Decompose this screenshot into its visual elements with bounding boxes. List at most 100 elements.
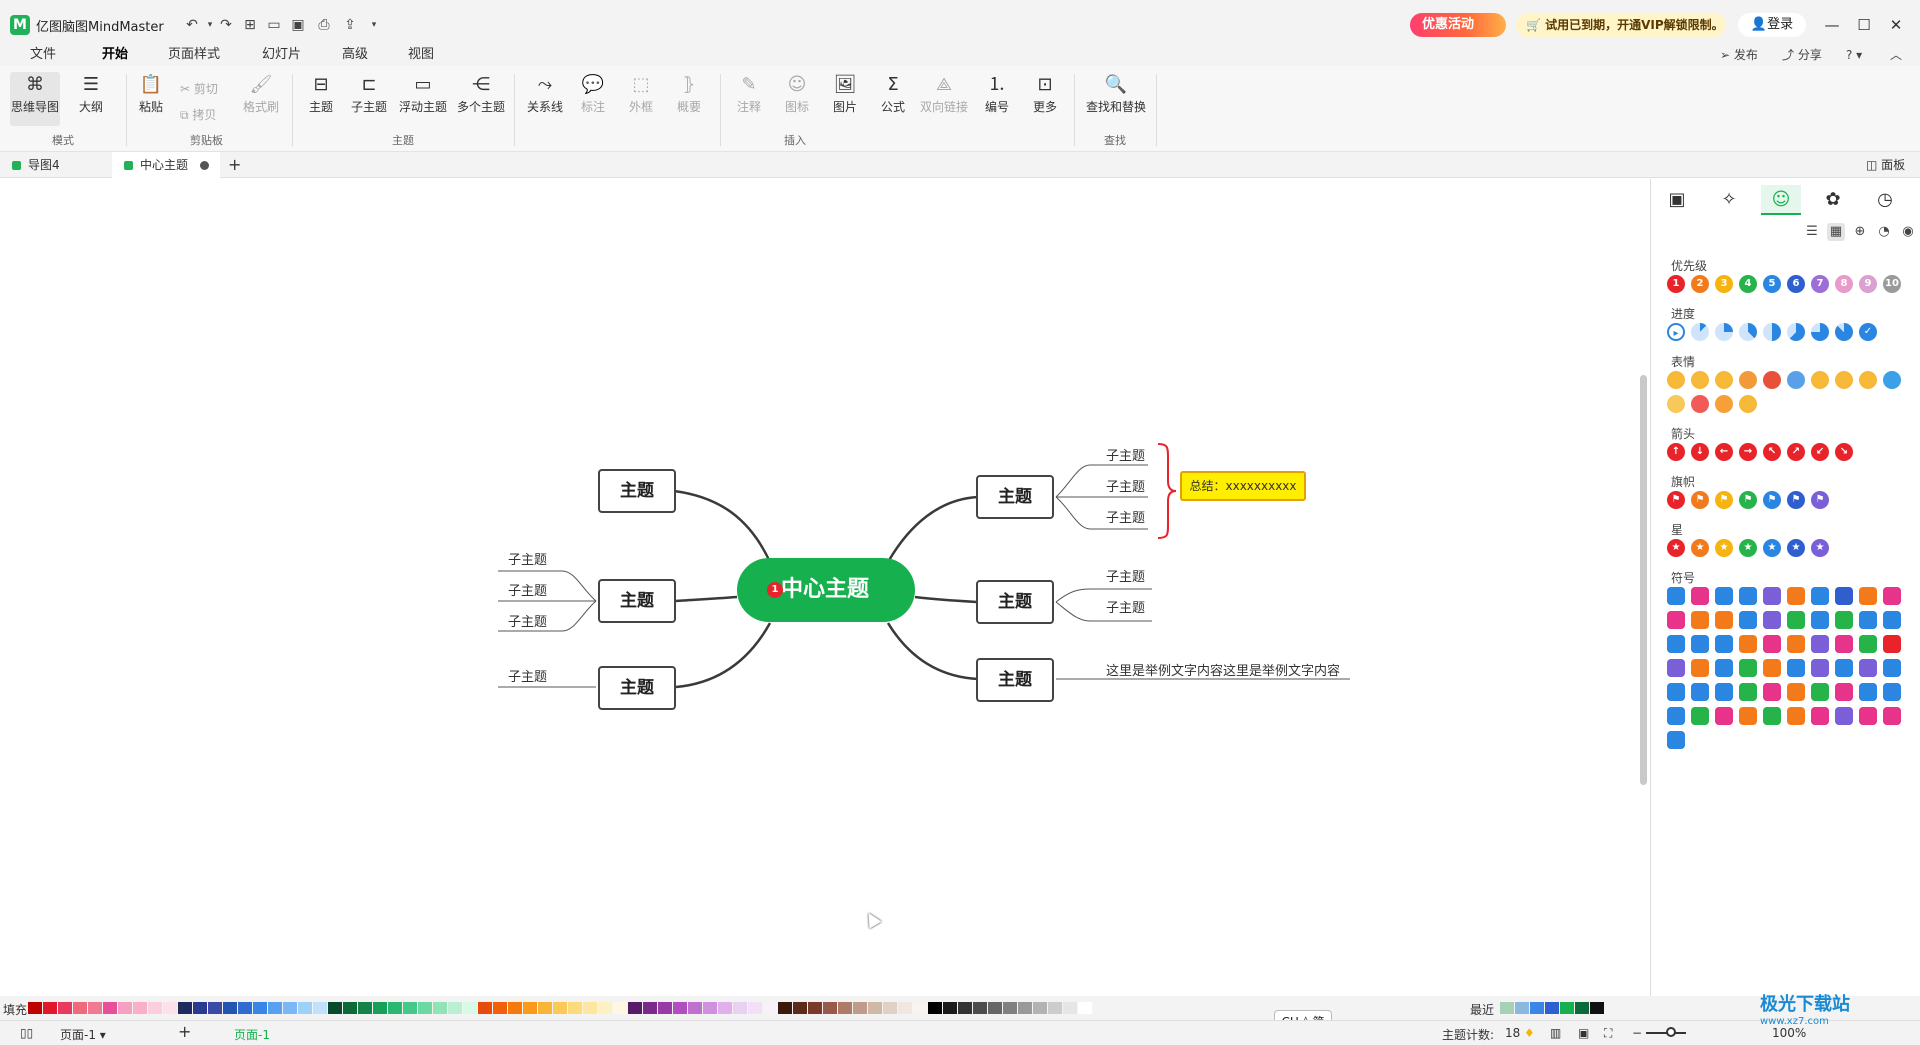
note-button[interactable]: ✎ 注释 (724, 72, 774, 115)
symbol-icon[interactable] (1835, 683, 1853, 701)
symbol-icon[interactable] (1835, 635, 1853, 653)
color-swatch[interactable] (208, 1002, 222, 1014)
customize-dropdown-icon[interactable]: ▾ (364, 15, 384, 35)
outline-mode-button[interactable]: ☰ 大纲 (66, 72, 116, 115)
color-swatch[interactable] (313, 1002, 327, 1014)
menu-view[interactable]: 视图 (408, 46, 434, 64)
share-button[interactable]: ⤴ 分享 (1782, 46, 1822, 64)
recent-color-swatch[interactable] (1500, 1002, 1514, 1014)
eye-icon[interactable]: ◉ (1899, 223, 1917, 241)
add-mark-icon[interactable]: ⊕ (1851, 223, 1869, 241)
promo-button[interactable]: 优惠活动 (1410, 13, 1506, 37)
symbol-icon[interactable] (1883, 659, 1901, 677)
color-swatch[interactable] (463, 1002, 477, 1014)
color-swatch[interactable] (643, 1002, 657, 1014)
color-swatch[interactable] (718, 1002, 732, 1014)
flag-orange-icon[interactable]: ⚑ (1691, 491, 1709, 509)
color-swatch[interactable] (163, 1002, 177, 1014)
close-icon[interactable]: ✕ (1882, 15, 1910, 35)
arrow-down-icon[interactable]: ↓ (1691, 443, 1709, 461)
color-swatch[interactable] (88, 1002, 102, 1014)
color-swatch[interactable] (118, 1002, 132, 1014)
fit-page-icon[interactable]: ▣ (1578, 1026, 1589, 1040)
color-swatch[interactable] (298, 1002, 312, 1014)
emoji-nerd-icon[interactable] (1859, 371, 1877, 389)
panel-tab-ai-icon[interactable]: ✧ (1709, 185, 1749, 215)
color-swatch[interactable] (748, 1002, 762, 1014)
recent-color-swatch[interactable] (1560, 1002, 1574, 1014)
symbol-icon[interactable] (1715, 611, 1733, 629)
color-swatch[interactable] (253, 1002, 267, 1014)
symbol-icon[interactable] (1763, 659, 1781, 677)
flag-darkblue-icon[interactable]: ⚑ (1787, 491, 1805, 509)
flag-blue-icon[interactable]: ⚑ (1763, 491, 1781, 509)
symbol-icon[interactable] (1739, 587, 1757, 605)
symbol-icon[interactable] (1859, 611, 1877, 629)
color-swatch[interactable] (223, 1002, 237, 1014)
progress-done-icon[interactable]: ✓ (1859, 323, 1877, 341)
progress-25-icon[interactable] (1715, 323, 1733, 341)
symbol-icon[interactable] (1859, 635, 1877, 653)
symbol-icon[interactable] (1883, 683, 1901, 701)
symbol-icon[interactable] (1787, 707, 1805, 725)
panel-tab-mark-icon[interactable]: ☺ (1761, 185, 1801, 215)
doc-tab-active[interactable]: 中心主题 (112, 152, 220, 178)
color-swatch[interactable] (853, 1002, 867, 1014)
more-button[interactable]: ⊡ 更多 (1020, 72, 1070, 115)
subtopic-node[interactable]: 这里是举例文字内容这里是举例文字内容 (1106, 660, 1340, 679)
color-swatch[interactable] (193, 1002, 207, 1014)
symbol-icon[interactable] (1691, 611, 1709, 629)
color-swatch[interactable] (883, 1002, 897, 1014)
symbol-icon[interactable] (1739, 635, 1757, 653)
vip-notice[interactable]: 🛒 试用已到期，开通VIP解锁限制。 (1516, 13, 1726, 37)
flag-red-icon[interactable]: ⚑ (1667, 491, 1685, 509)
book-view-icon[interactable]: ▥ (1550, 1026, 1561, 1040)
print-icon[interactable]: ⎙ (314, 15, 334, 35)
fullscreen-icon[interactable]: ⛶ (1604, 1026, 1612, 1041)
mindmap-mode-button[interactable]: ⌘ 思维导图 (10, 72, 60, 126)
priority-2-icon[interactable]: 2 (1691, 275, 1709, 293)
arrow-up-icon[interactable]: ↑ (1667, 443, 1685, 461)
symbol-icon[interactable] (1763, 707, 1781, 725)
recent-color-swatch[interactable] (1590, 1002, 1604, 1014)
emoji-smile-icon[interactable] (1667, 371, 1685, 389)
priority-3-icon[interactable]: 3 (1715, 275, 1733, 293)
emoji-laugh-icon[interactable] (1739, 395, 1757, 413)
star-blue-icon[interactable]: ★ (1763, 539, 1781, 557)
emoji-wink-icon[interactable] (1715, 371, 1733, 389)
zoom-out-icon[interactable]: − (1632, 1026, 1642, 1040)
color-swatch[interactable] (178, 1002, 192, 1014)
symbol-icon[interactable] (1763, 683, 1781, 701)
symbol-icon[interactable] (1787, 683, 1805, 701)
grid-view-icon[interactable]: ▦ (1827, 223, 1845, 241)
emoji-angry-icon[interactable] (1763, 371, 1781, 389)
custom-mark-icon[interactable]: ◔ (1875, 223, 1893, 241)
progress-87-icon[interactable] (1835, 323, 1853, 341)
find-replace-button[interactable]: 🔍 查找和替换 (1084, 72, 1148, 115)
callout-button[interactable]: 💬 标注 (568, 72, 618, 115)
menu-file[interactable]: 文件 (30, 46, 56, 64)
symbol-icon[interactable] (1787, 635, 1805, 653)
priority-7-icon[interactable]: 7 (1811, 275, 1829, 293)
color-swatch[interactable] (238, 1002, 252, 1014)
symbol-icon[interactable] (1883, 611, 1901, 629)
color-swatch[interactable] (808, 1002, 822, 1014)
menu-page-style[interactable]: 页面样式 (168, 46, 220, 64)
arrow-right-icon[interactable]: → (1739, 443, 1757, 461)
minimize-icon[interactable]: — (1818, 15, 1846, 35)
color-swatch[interactable] (1033, 1002, 1047, 1014)
star-darkblue-icon[interactable]: ★ (1787, 539, 1805, 557)
flag-yellow-icon[interactable]: ⚑ (1715, 491, 1733, 509)
symbol-icon[interactable] (1691, 635, 1709, 653)
color-swatch[interactable] (283, 1002, 297, 1014)
symbol-icon[interactable] (1811, 635, 1829, 653)
numbering-button[interactable]: ⒈ 编号 (972, 72, 1022, 115)
symbol-icon[interactable] (1667, 635, 1685, 653)
topic-node[interactable]: 主题 (976, 475, 1054, 519)
symbol-icon[interactable] (1691, 659, 1709, 677)
star-yellow-icon[interactable]: ★ (1715, 539, 1733, 557)
multiple-topics-button[interactable]: ⋲ 多个主题 (454, 72, 508, 115)
symbol-icon[interactable] (1691, 683, 1709, 701)
symbol-icon[interactable] (1739, 659, 1757, 677)
color-swatch[interactable] (103, 1002, 117, 1014)
